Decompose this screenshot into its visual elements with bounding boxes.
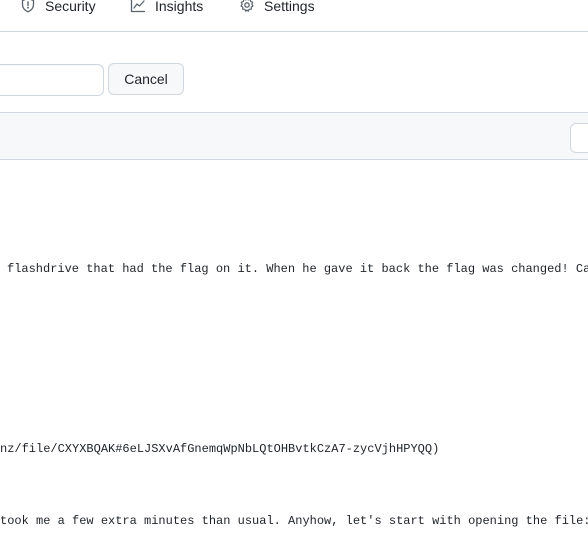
content-line: flashdrive that had the flag on it. When…: [7, 262, 588, 276]
commit-bar: Cancel: [0, 32, 588, 112]
nav-tab-security-label: Security: [45, 0, 96, 14]
nav-tab-settings[interactable]: Settings: [239, 0, 315, 18]
nav-tab-insights-label: Insights: [155, 0, 204, 14]
filename-input[interactable]: [0, 64, 104, 96]
nav-tab-security[interactable]: Security: [20, 0, 96, 18]
cancel-button[interactable]: Cancel: [108, 63, 184, 95]
graph-icon: [130, 0, 155, 16]
nav-tab-settings-label: Settings: [264, 0, 315, 14]
content-line: took me a few extra minutes than usual. …: [0, 514, 588, 528]
shield-icon: [20, 0, 45, 16]
file-header: [0, 112, 588, 160]
content-line: nz/file/CXYXBQAK#6eLJSXvAfGnemqWpNbLQtOH…: [0, 442, 440, 456]
gear-icon: [239, 0, 264, 16]
nav-tab-insights[interactable]: Insights: [130, 0, 203, 18]
file-content: flashdrive that had the flag on it. When…: [0, 160, 588, 539]
file-header-button[interactable]: [570, 123, 588, 153]
repo-nav: Security Insights Settings: [0, 0, 588, 32]
